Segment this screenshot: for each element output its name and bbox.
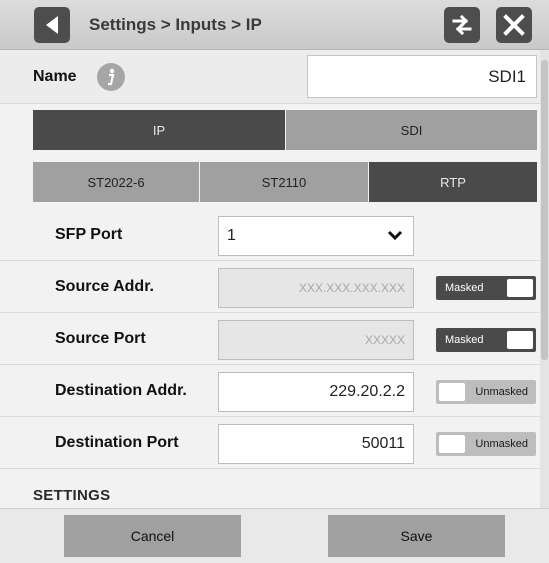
toggle-knob	[507, 279, 533, 297]
source-port-field[interactable]: XXXXX	[218, 320, 414, 360]
name-label: Name	[33, 68, 77, 85]
info-icon[interactable]	[97, 63, 125, 91]
source-addr-mask-toggle[interactable]: Masked	[436, 276, 536, 300]
destination-port-row: Destination Port 50011 Unmasked	[0, 417, 540, 469]
cancel-button[interactable]: Cancel	[64, 515, 241, 557]
source-port-label: Source Port	[55, 330, 146, 347]
back-arrow-icon	[46, 16, 58, 34]
toggle-knob	[439, 435, 465, 453]
destination-addr-mask-toggle[interactable]: Unmasked	[436, 380, 536, 404]
header-bar: Settings > Inputs > IP	[0, 0, 549, 50]
toggle-label: Masked	[445, 334, 484, 346]
destination-port-mask-toggle[interactable]: Unmasked	[436, 432, 536, 456]
destination-port-label: Destination Port	[55, 434, 179, 451]
tab-rtp[interactable]: RTP	[369, 162, 537, 202]
section-title-settings: SETTINGS	[33, 487, 111, 504]
info-glyph	[108, 68, 115, 86]
source-port-row: Source Port XXXXX Masked	[0, 313, 540, 365]
tab-st2110[interactable]: ST2110	[200, 162, 368, 202]
destination-port-field[interactable]: 50011	[218, 424, 414, 464]
source-addr-field[interactable]: XXX.XXX.XXX.XXX	[218, 268, 414, 308]
destination-addr-field[interactable]: 229.20.2.2	[218, 372, 414, 412]
source-port-mask-toggle[interactable]: Masked	[436, 328, 536, 352]
settings-screen: Settings > Inputs > IP Name SDI1 IP SDI …	[0, 0, 549, 563]
back-button[interactable]	[34, 7, 70, 43]
sfp-port-row: SFP Port 1	[0, 209, 540, 261]
toggle-knob	[439, 383, 465, 401]
close-button[interactable]	[496, 7, 532, 43]
close-icon	[503, 14, 525, 36]
save-button[interactable]: Save	[328, 515, 505, 557]
source-addr-row: Source Addr. XXX.XXX.XXX.XXX Masked	[0, 261, 540, 313]
tab-ip[interactable]: IP	[33, 110, 285, 150]
destination-addr-row: Destination Addr. 229.20.2.2 Unmasked	[0, 365, 540, 417]
toggle-label: Masked	[445, 282, 484, 294]
swap-button[interactable]	[444, 7, 480, 43]
destination-addr-label: Destination Addr.	[55, 382, 187, 399]
sfp-port-select[interactable]: 1	[218, 216, 414, 256]
swap-arrows-icon	[452, 14, 472, 36]
tab-st2022-6[interactable]: ST2022-6	[33, 162, 199, 202]
toggle-label: Unmasked	[475, 438, 528, 450]
scrollbar[interactable]	[540, 50, 549, 508]
sfp-port-label: SFP Port	[55, 226, 123, 243]
footer-bar: Cancel Save	[0, 508, 549, 563]
toggle-knob	[507, 331, 533, 349]
breadcrumb: Settings > Inputs > IP	[89, 15, 262, 34]
tab-sdi[interactable]: SDI	[286, 110, 537, 150]
scrollbar-thumb[interactable]	[541, 60, 548, 360]
sfp-port-value: 1	[227, 227, 236, 244]
source-addr-label: Source Addr.	[55, 278, 154, 295]
name-field[interactable]: SDI1	[307, 55, 537, 98]
toggle-label: Unmasked	[475, 386, 528, 398]
name-row: Name SDI1	[0, 50, 540, 104]
